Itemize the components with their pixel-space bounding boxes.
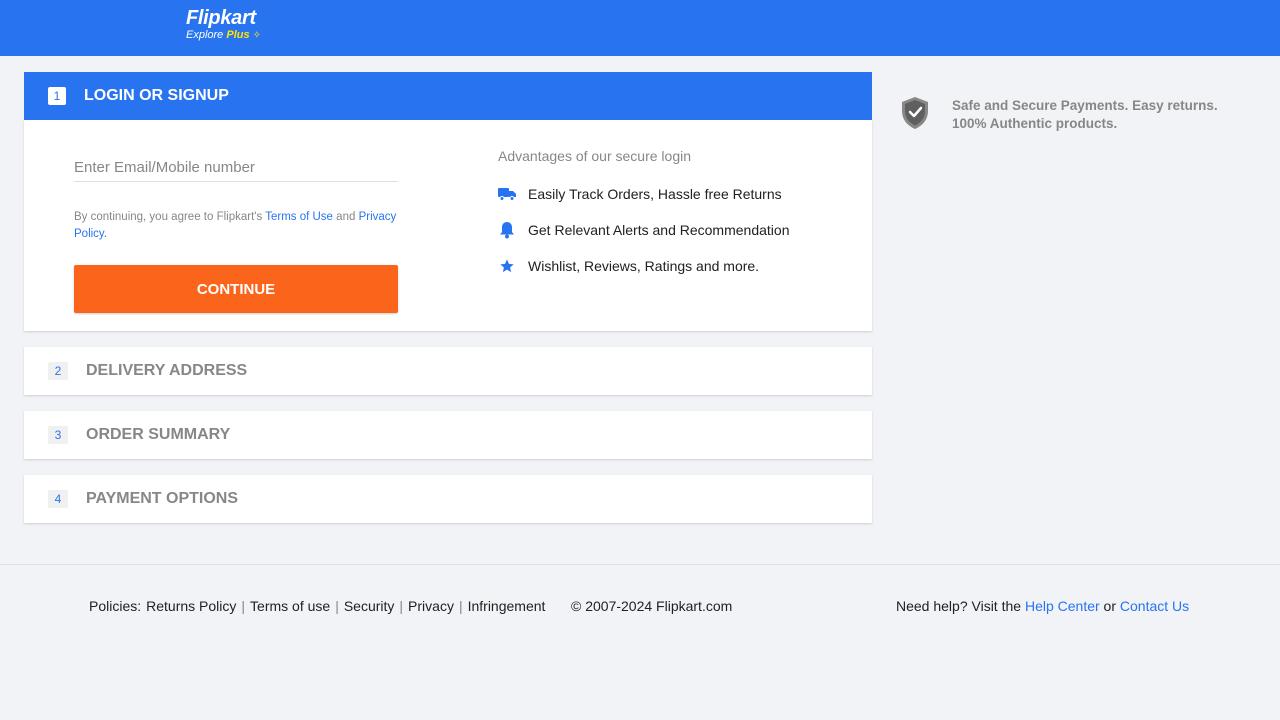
continue-button[interactable]: CONTINUE	[74, 265, 398, 313]
step-payment-options[interactable]: 4 PAYMENT OPTIONS	[24, 475, 872, 523]
top-bar: Flipkart Explore Plus ✧	[0, 0, 1280, 56]
divider: |	[335, 598, 339, 614]
logo-tagline-explore: Explore	[186, 29, 224, 41]
step-number: 4	[48, 490, 68, 508]
terms-of-use-link[interactable]: Terms of Use	[265, 211, 333, 223]
step-number: 2	[48, 362, 68, 380]
advantages-title: Advantages of our secure login	[498, 148, 692, 164]
help-prefix: Need help? Visit the	[896, 598, 1022, 614]
step-order-summary[interactable]: 3 ORDER SUMMARY	[24, 411, 872, 459]
advantage-item: Wishlist, Reviews, Ratings and more.	[498, 248, 858, 284]
help-or: or	[1103, 598, 1116, 614]
terms-of-use-footer-link[interactable]: Terms of use	[250, 598, 330, 614]
flipkart-logo[interactable]: Flipkart Explore Plus ✧	[186, 8, 261, 41]
truck-icon	[498, 185, 516, 203]
step-number: 1	[48, 87, 66, 105]
secure-line-2: 100% Authentic products.	[952, 116, 1118, 131]
advantage-item: Easily Track Orders, Hassle free Returns	[498, 176, 858, 212]
secure-text: Safe and Secure Payments. Easy returns. …	[952, 97, 1218, 135]
step-number: 3	[48, 426, 68, 444]
secure-payments-notice: Safe and Secure Payments. Easy returns. …	[900, 96, 1218, 135]
bell-icon	[498, 221, 516, 239]
security-link[interactable]: Security	[344, 598, 395, 614]
email-mobile-input[interactable]	[74, 154, 398, 182]
logo-wordmark: Flipkart	[186, 7, 256, 29]
shield-check-icon	[900, 96, 930, 135]
plus-diamond-icon: ✧	[252, 30, 262, 41]
advantage-label: Easily Track Orders, Hassle free Returns	[528, 186, 782, 202]
divider: |	[399, 598, 404, 614]
login-step-header: 1 LOGIN OR SIGNUP	[24, 72, 872, 120]
privacy-link[interactable]: Privacy	[408, 598, 454, 614]
step-title: DELIVERY ADDRESS	[86, 362, 248, 379]
divider: |	[241, 598, 246, 614]
step-title: PAYMENT OPTIONS	[86, 490, 239, 507]
infringement-link[interactable]: Infringement	[468, 598, 546, 614]
advantage-item: Get Relevant Alerts and Recommendation	[498, 212, 858, 248]
help-text: Need help? Visit the Help Center or Cont…	[896, 598, 1189, 614]
copyright: © 2007-2024 Flipkart.com	[571, 598, 733, 614]
terms-prefix: By continuing, you agree to Flipkart's	[74, 211, 263, 223]
help-center-link[interactable]: Help Center	[1025, 598, 1100, 614]
footer: Policies: Returns Policy | Terms of use …	[0, 564, 1280, 644]
terms-notice: By continuing, you agree to Flipkart's T…	[74, 209, 404, 243]
star-icon	[498, 257, 516, 275]
terms-and: and	[336, 211, 356, 223]
step-delivery-address[interactable]: 2 DELIVERY ADDRESS	[24, 347, 872, 395]
advantage-label: Get Relevant Alerts and Recommendation	[528, 222, 790, 238]
contact-us-link[interactable]: Contact Us	[1120, 598, 1189, 614]
returns-policy-link[interactable]: Returns Policy	[146, 598, 236, 614]
step-title: ORDER SUMMARY	[86, 426, 231, 443]
secure-line-1: Safe and Secure Payments. Easy returns.	[952, 98, 1218, 113]
advantage-label: Wishlist, Reviews, Ratings and more.	[528, 258, 760, 274]
login-panel: By continuing, you agree to Flipkart's T…	[24, 120, 872, 331]
step-title: LOGIN OR SIGNUP	[84, 87, 229, 104]
policies-label: Policies:	[89, 598, 142, 614]
divider: |	[458, 598, 463, 614]
checkout-steps: 1 LOGIN OR SIGNUP By continuing, you agr…	[24, 72, 872, 523]
logo-tagline: Explore Plus ✧	[186, 30, 261, 41]
logo-tagline-plus: Plus	[226, 29, 250, 41]
footer-policies: Policies: Returns Policy | Terms of use …	[89, 598, 545, 614]
advantages-panel: Advantages of our secure login Easily Tr…	[498, 148, 858, 284]
